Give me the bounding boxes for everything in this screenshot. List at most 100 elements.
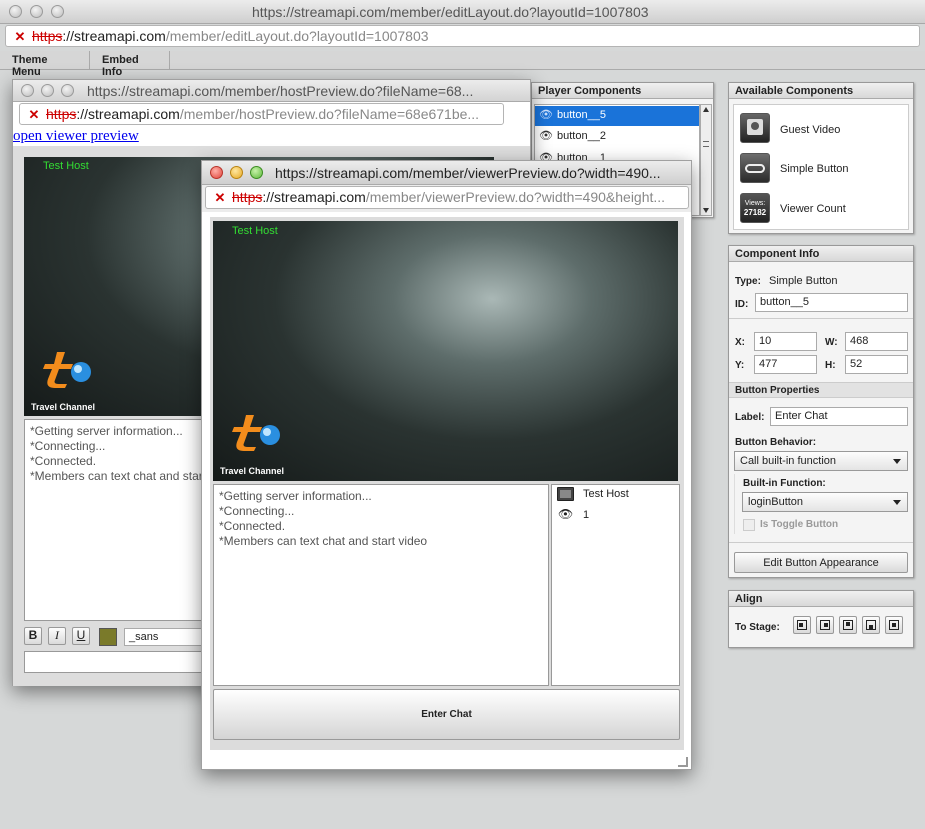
- align-panel: Align To Stage:: [728, 590, 914, 648]
- id-label: ID:: [735, 299, 749, 310]
- enter-chat-button[interactable]: Enter Chat: [213, 689, 680, 740]
- behavior-label: Button Behavior:: [735, 437, 817, 448]
- host-chat-input[interactable]: [24, 651, 214, 673]
- url-domain: ://streamapi.com: [62, 28, 166, 44]
- close-icon[interactable]: [210, 166, 223, 179]
- y-field[interactable]: 477: [754, 355, 817, 374]
- address-bar[interactable]: ✕ https://streamapi.com/member/editLayout…: [5, 25, 920, 47]
- url-path: /member/viewerPreview.do?width=490&heigh…: [365, 189, 666, 205]
- panel-title: Component Info: [729, 246, 913, 262]
- tab-embed-info[interactable]: Embed Info: [90, 51, 170, 78]
- label-field[interactable]: Enter Chat: [770, 407, 908, 426]
- resize-grip-icon[interactable]: [678, 757, 688, 767]
- tab-theme-menu[interactable]: Theme Menu: [0, 51, 90, 78]
- panel-title: Available Components: [729, 83, 913, 99]
- toggle-checkbox[interactable]: [743, 519, 755, 531]
- viewer-chat-log: *Getting server information... *Connecti…: [213, 484, 549, 686]
- simple-button-icon[interactable]: [740, 153, 770, 183]
- underline-button[interactable]: U: [72, 627, 90, 645]
- user-name: 1: [583, 509, 590, 521]
- travel-channel-logo: [39, 348, 99, 390]
- x-label: X:: [735, 337, 745, 348]
- component-label[interactable]: Guest Video: [780, 124, 840, 136]
- italic-button[interactable]: I: [48, 627, 66, 645]
- align-bottom-icon[interactable]: [862, 616, 880, 634]
- close-icon[interactable]: [9, 5, 22, 18]
- edit-button-appearance-button[interactable]: Edit Button Appearance: [734, 552, 908, 573]
- type-label: Type:: [735, 276, 761, 287]
- x-field[interactable]: 10: [754, 332, 817, 351]
- h-label: H:: [825, 360, 836, 371]
- h-field[interactable]: 52: [845, 355, 908, 374]
- scroll-down-icon[interactable]: [703, 208, 709, 213]
- align-top-icon[interactable]: [839, 616, 857, 634]
- component-info-panel: Component Info Type: Simple Button ID: b…: [728, 245, 914, 578]
- behavior-value: Call built-in function: [740, 455, 836, 467]
- toggle-label: Is Toggle Button: [760, 519, 839, 530]
- logo-text: Travel Channel: [31, 402, 96, 412]
- viewer-count-icon[interactable]: Views: 27182: [740, 193, 770, 223]
- eye-icon: 👁: [558, 507, 574, 521]
- id-field[interactable]: button__5: [755, 293, 908, 312]
- list-item-label: button__5: [557, 109, 606, 121]
- chat-line: *Members can text chat and start video: [219, 534, 428, 548]
- w-label: W:: [825, 337, 838, 348]
- viewer-titlebar: https://streamapi.com/member/viewerPrevi…: [202, 161, 691, 185]
- w-field[interactable]: 468: [845, 332, 908, 351]
- window-title: https://streamapi.com/member/hostPreview…: [87, 83, 474, 99]
- panel-title: Player Components: [532, 83, 713, 99]
- builtin-select[interactable]: loginButton: [742, 492, 908, 512]
- minimize-icon[interactable]: [30, 5, 43, 18]
- list-scrollbar[interactable]: [700, 104, 712, 216]
- host-titlebar: https://streamapi.com/member/hostPreview…: [13, 80, 530, 102]
- minimize-icon[interactable]: [230, 166, 243, 179]
- viewer-icon-text: Views:: [744, 200, 766, 207]
- url-protocol: https: [46, 106, 77, 122]
- broadcaster-icon: [557, 487, 574, 501]
- url-protocol: https: [232, 189, 263, 205]
- broken-lock-icon: ✕: [214, 190, 226, 205]
- minimize-icon[interactable]: [41, 84, 54, 97]
- button-properties-header: Button Properties: [729, 382, 913, 398]
- list-item[interactable]: 👁 button__2: [535, 127, 699, 147]
- url-domain: ://streamapi.com: [262, 189, 366, 205]
- component-label[interactable]: Simple Button: [780, 163, 848, 175]
- align-center-icon[interactable]: [816, 616, 834, 634]
- zoom-icon[interactable]: [250, 166, 263, 179]
- chevron-down-icon: [893, 459, 901, 464]
- url-path: /member/editLayout.do?layoutId=1007803: [165, 28, 429, 44]
- scroll-thumb[interactable]: [703, 141, 709, 147]
- chevron-down-icon: [893, 500, 901, 505]
- host-label: Test Host: [232, 225, 278, 237]
- align-middle-icon[interactable]: [885, 616, 903, 634]
- builtin-label: Built-in Function:: [743, 478, 826, 489]
- behavior-select[interactable]: Call built-in function: [734, 451, 908, 471]
- font-field[interactable]: _sans: [124, 628, 204, 646]
- zoom-icon[interactable]: [51, 5, 64, 18]
- broken-lock-icon: ✕: [28, 107, 40, 122]
- available-list: Guest Video Simple Button Views: 27182 V…: [733, 104, 909, 230]
- list-item-selected[interactable]: 👁 button__5: [535, 106, 699, 126]
- align-left-icon[interactable]: [793, 616, 811, 634]
- address-bar[interactable]: ✕ https://streamapi.com/member/viewerPrev…: [205, 186, 689, 209]
- open-viewer-preview-link[interactable]: open viewer preview: [13, 128, 139, 145]
- address-bar[interactable]: ✕ https://streamapi.com/member/hostPrevie…: [19, 103, 504, 125]
- color-swatch[interactable]: [99, 628, 117, 646]
- travel-channel-logo: [228, 411, 288, 453]
- eye-icon[interactable]: 👁: [539, 129, 553, 142]
- eye-icon[interactable]: 👁: [539, 108, 553, 121]
- zoom-icon[interactable]: [61, 84, 74, 97]
- available-components-panel: Available Components Guest Video Simple …: [728, 82, 914, 234]
- bold-button[interactable]: B: [24, 627, 42, 645]
- window-title: https://streamapi.com/member/editLayout.…: [252, 4, 649, 20]
- component-label[interactable]: Viewer Count: [780, 203, 846, 215]
- close-icon[interactable]: [21, 84, 34, 97]
- guest-video-icon[interactable]: [740, 113, 770, 143]
- user-list: Test Host 👁 1: [551, 484, 680, 686]
- window-title: https://streamapi.com/member/viewerPrevi…: [275, 165, 661, 181]
- builtin-value: loginButton: [748, 496, 804, 508]
- viewer-icon-count: 27182: [743, 208, 767, 217]
- panel-title: Align: [729, 591, 913, 607]
- scroll-up-icon[interactable]: [703, 107, 709, 112]
- logo-text: Travel Channel: [220, 466, 285, 476]
